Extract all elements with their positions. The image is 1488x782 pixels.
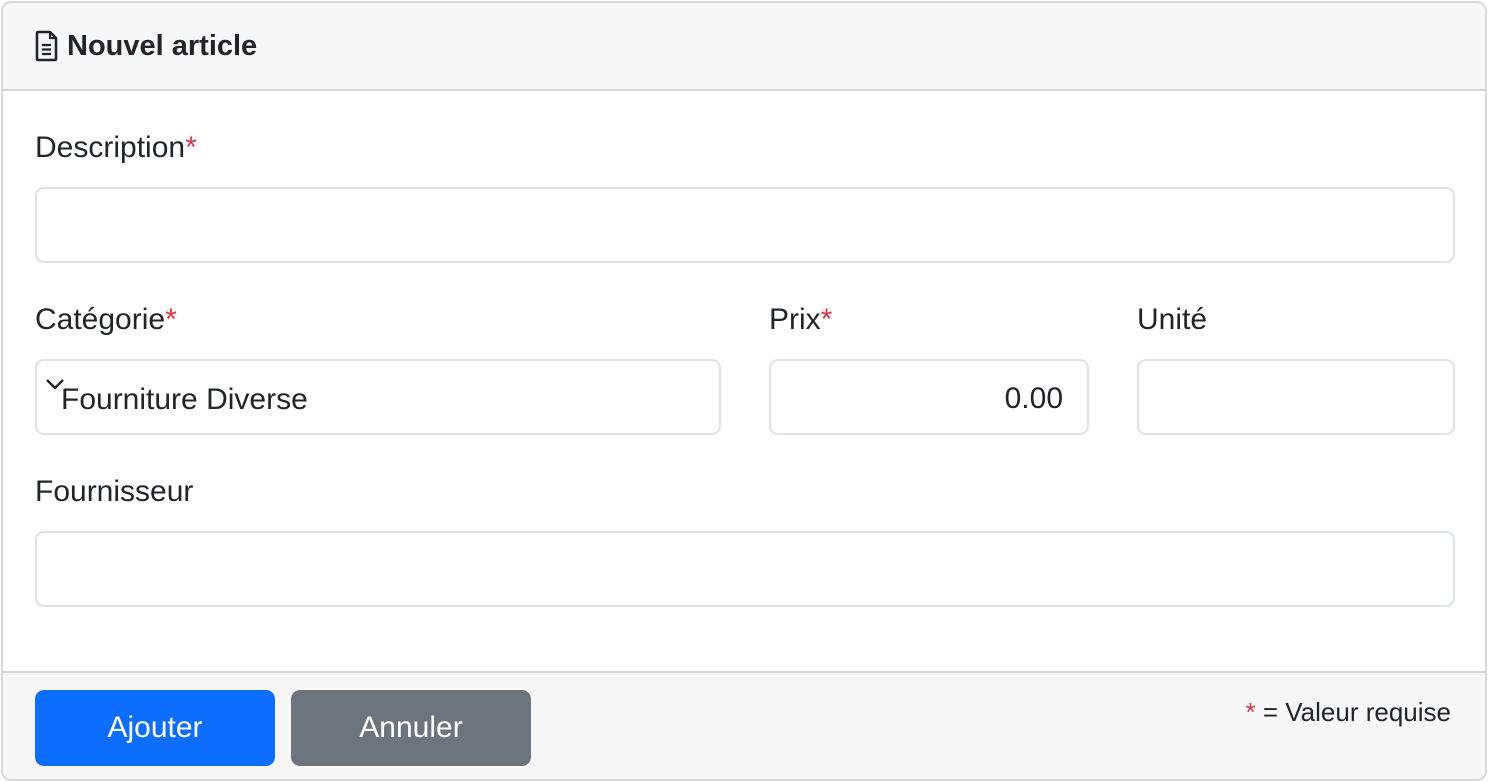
card-footer: Ajouter Annuler * = Valeur requise: [3, 671, 1485, 779]
prix-input[interactable]: [769, 359, 1089, 435]
required-mark: *: [1245, 697, 1256, 727]
required-mark: *: [165, 303, 177, 336]
required-mark: *: [185, 131, 197, 164]
unite-label-text: Unité: [1137, 303, 1208, 336]
cancel-button[interactable]: Annuler: [291, 690, 531, 766]
unite-input[interactable]: [1137, 359, 1455, 435]
categorie-label: Catégorie*: [35, 303, 177, 337]
unite-label: Unité: [1137, 303, 1207, 337]
fournisseur-input[interactable]: [35, 531, 1455, 607]
fournisseur-label: Fournisseur: [35, 475, 193, 509]
card-title: Nouvel article: [67, 29, 258, 62]
file-text-icon: [35, 30, 59, 62]
required-mark: *: [820, 303, 833, 336]
chevron-down-icon: [45, 365, 65, 390]
required-legend: * = Valeur requise: [1246, 697, 1452, 728]
description-label: Description*: [35, 131, 197, 165]
categorie-label-text: Catégorie: [35, 303, 166, 336]
prix-label-text: Prix: [769, 303, 821, 336]
add-button[interactable]: Ajouter: [35, 690, 275, 766]
categorie-select[interactable]: Fourniture Diverse: [35, 359, 721, 435]
card-header: Nouvel article: [3, 3, 1485, 91]
required-legend-text: = Valeur requise: [1262, 697, 1451, 727]
description-input[interactable]: [35, 187, 1455, 263]
fournisseur-label-text: Fournisseur: [35, 475, 194, 508]
prix-label: Prix*: [769, 303, 832, 337]
description-label-text: Description: [35, 131, 186, 164]
new-article-card: Nouvel article Description* Catégorie* F…: [1, 1, 1487, 781]
categorie-select-value: Fourniture Diverse: [61, 383, 308, 416]
